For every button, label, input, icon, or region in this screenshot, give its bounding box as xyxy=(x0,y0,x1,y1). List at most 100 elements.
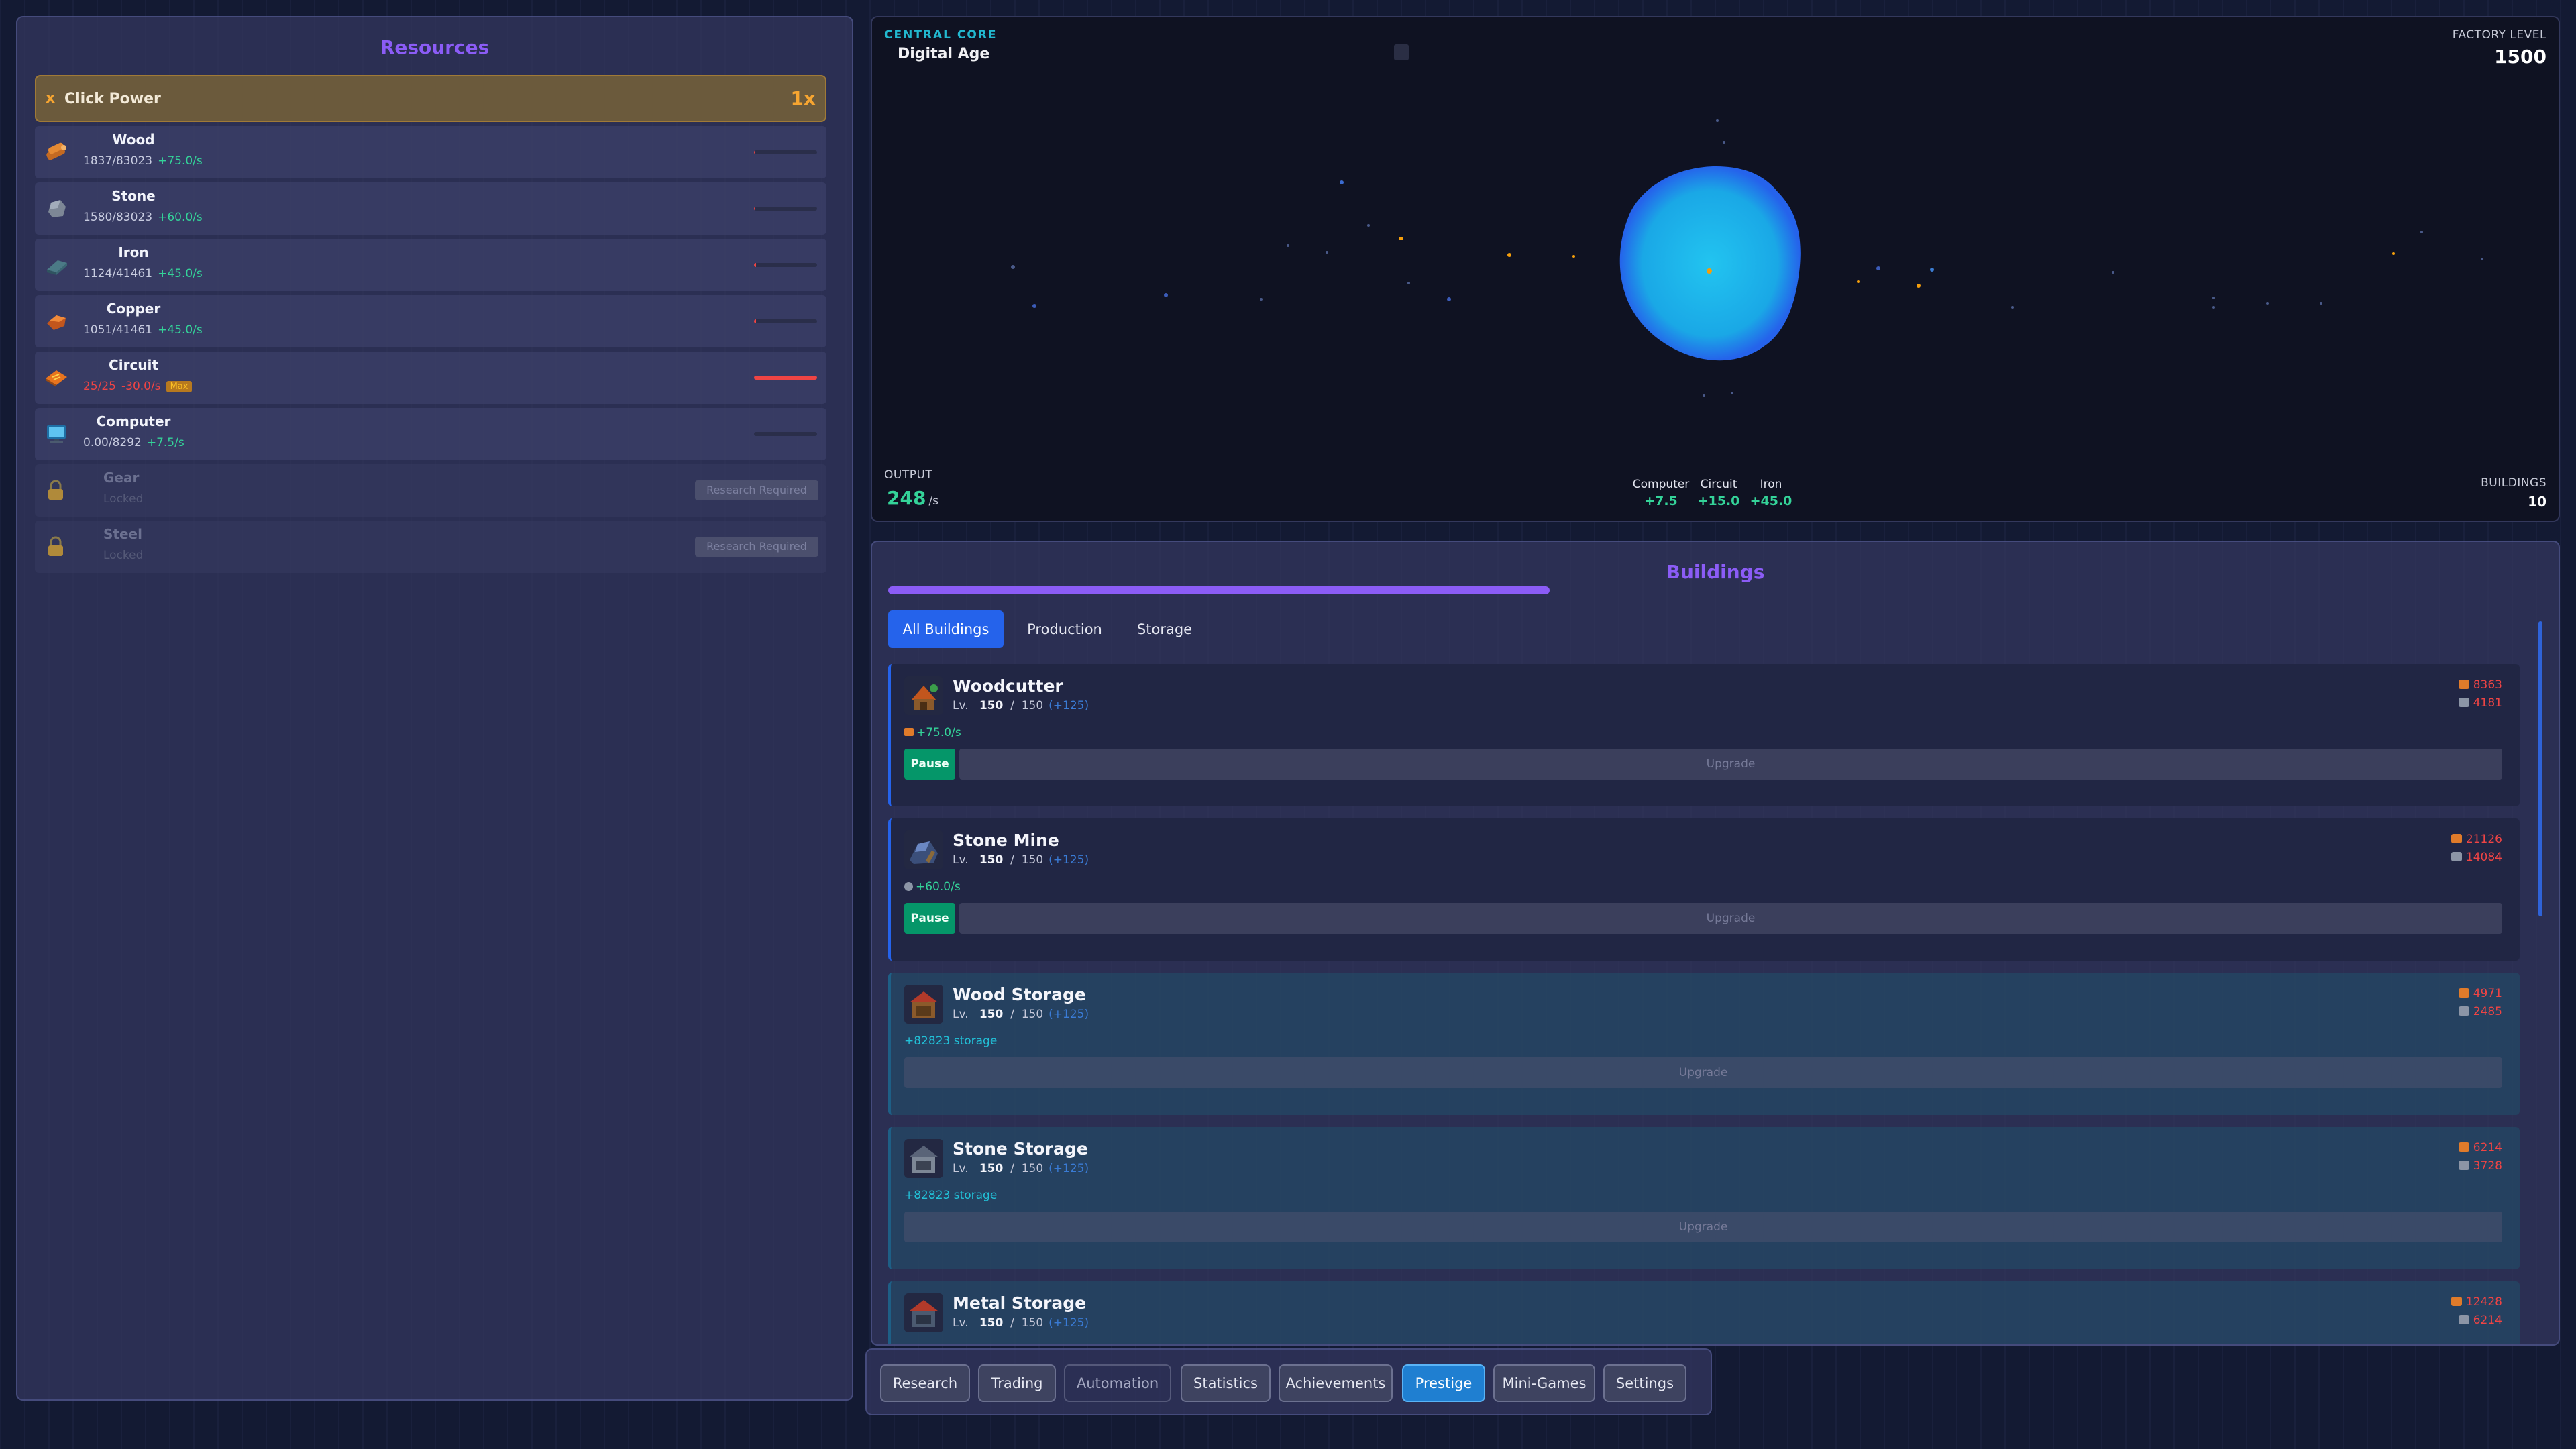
building-level: Lv. 150 / 150 (+125) xyxy=(953,1008,1089,1021)
upgrade-button[interactable]: Upgrade xyxy=(959,903,2502,934)
core-production-item: Computer +7.5 xyxy=(1630,478,1692,508)
wood-log-icon xyxy=(2458,1142,2469,1152)
nav-statistics-button[interactable]: Statistics xyxy=(1181,1364,1271,1402)
save-disk-icon xyxy=(1394,44,1409,60)
cost-value: 6214 xyxy=(2473,1313,2502,1327)
nav-research-button[interactable]: Research xyxy=(880,1364,970,1402)
output-label: OUTPUT xyxy=(884,468,933,482)
cost-value: 3728 xyxy=(2473,1159,2502,1173)
resource-row-stone[interactable]: Stone 1580/83023 +60.0/s xyxy=(35,182,826,235)
building-costs: 12428 6214 xyxy=(2451,1293,2502,1330)
building-costs: 6214 3728 xyxy=(2458,1139,2502,1175)
nav-mini-games-button[interactable]: Mini-Games xyxy=(1493,1364,1595,1402)
nav-settings-button[interactable]: Settings xyxy=(1603,1364,1686,1402)
core-orb[interactable] xyxy=(1619,166,1801,361)
stone-icon xyxy=(48,200,66,217)
building-effect: +82823 storage xyxy=(904,1034,998,1048)
resource-rate: +7.5/s xyxy=(146,436,184,449)
level-bonus: (+125) xyxy=(1049,1316,1089,1330)
buildings-progress-bar xyxy=(888,586,1550,594)
building-effect: +60.0/s xyxy=(904,880,961,894)
pause-button[interactable]: Pause xyxy=(904,749,955,780)
core-production-value: +15.0 xyxy=(1697,494,1740,508)
level-bonus: (+125) xyxy=(1049,1008,1089,1021)
central-core-panel: CENTRAL CORE Digital Age FACTORY LEVEL 1… xyxy=(871,16,2560,522)
buildings-scrollbar[interactable] xyxy=(2538,621,2542,916)
wood-storage-icon xyxy=(904,985,943,1024)
upgrade-button[interactable]: Upgrade xyxy=(904,1057,2502,1088)
copper-ore-icon xyxy=(47,315,66,330)
cost-wood: 8363 xyxy=(2458,676,2502,694)
max-badge: Max xyxy=(166,381,193,392)
resource-status: Locked xyxy=(103,549,144,562)
building-name: Wood Storage xyxy=(953,985,1086,1004)
cost-stone: 3728 xyxy=(2458,1157,2502,1175)
resource-progress-bar xyxy=(754,207,817,211)
cost-value: 2485 xyxy=(2473,1005,2502,1018)
resource-name: Stone xyxy=(111,188,156,204)
resource-progress-bar xyxy=(754,376,817,380)
building-costs: 8363 4181 xyxy=(2458,676,2502,712)
research-required-button[interactable]: Research Required xyxy=(695,537,818,557)
resource-row-circuit[interactable]: Circuit 25/25 -30.0/s Max xyxy=(35,352,826,404)
factory-level-label: FACTORY LEVEL xyxy=(2452,28,2546,42)
stone-mine-icon xyxy=(904,830,943,869)
building-level: Lv. 150 / 150 (+125) xyxy=(953,699,1089,712)
nav-achievements-button[interactable]: Achievements xyxy=(1279,1364,1393,1402)
building-effect-value: +60.0/s xyxy=(916,880,961,894)
resource-rate: +45.0/s xyxy=(158,267,203,280)
iron-bar-icon xyxy=(47,260,67,275)
level-bonus: (+125) xyxy=(1049,853,1089,867)
building-level: Lv. 150 / 150 (+125) xyxy=(953,1162,1089,1175)
core-production-name: Computer xyxy=(1632,478,1690,491)
resources-panel: Resources x Click Power 1x Wood 1837/830… xyxy=(16,16,853,1401)
resource-row-iron[interactable]: Iron 1124/41461 +45.0/s xyxy=(35,239,826,291)
building-name: Stone Storage xyxy=(953,1139,1088,1159)
resource-name: Gear xyxy=(103,470,140,486)
resource-row-copper[interactable]: Copper 1051/41461 +45.0/s xyxy=(35,295,826,347)
resource-row-computer[interactable]: Computer 0.00/8292 +7.5/s xyxy=(35,408,826,460)
upgrade-button[interactable]: Upgrade xyxy=(959,749,2502,780)
tab-storage[interactable]: Storage xyxy=(1124,610,1205,648)
level-prefix: Lv. xyxy=(953,1008,969,1021)
cost-value: 21126 xyxy=(2465,833,2502,846)
click-power-multiplier: 1x xyxy=(790,87,816,109)
nav-prestige-button[interactable]: Prestige xyxy=(1402,1364,1485,1402)
tab-production[interactable]: Production xyxy=(1014,610,1115,648)
research-required-button[interactable]: Research Required xyxy=(695,480,818,500)
starfield xyxy=(1011,44,2483,397)
resource-progress-fill xyxy=(754,207,755,211)
resource-row-steel-locked: Steel Locked Research Required xyxy=(35,521,826,573)
stone-icon xyxy=(2458,1315,2469,1324)
resource-row-wood[interactable]: Wood 1837/83023 +75.0/s xyxy=(35,126,826,178)
resources-title: Resources xyxy=(380,36,490,58)
level-bonus: (+125) xyxy=(1049,1162,1089,1175)
pause-button[interactable]: Pause xyxy=(904,903,955,934)
cost-wood: 21126 xyxy=(2451,830,2502,849)
tab-all-buildings[interactable]: All Buildings xyxy=(888,610,1004,648)
factory-level-value: 1500 xyxy=(2494,46,2546,68)
computer-icon xyxy=(47,425,66,443)
building-effect-value: +75.0/s xyxy=(916,726,961,739)
level-max: 150 xyxy=(1021,1162,1044,1175)
wood-log-icon xyxy=(46,142,66,160)
upgrade-button[interactable]: Upgrade xyxy=(904,1212,2502,1242)
click-power-x-icon: x xyxy=(46,90,56,107)
resource-name: Circuit xyxy=(109,357,158,373)
resource-amount: 25/25 xyxy=(83,380,116,393)
click-power-button[interactable]: x Click Power 1x xyxy=(35,75,826,122)
nav-automation-button[interactable]: Automation xyxy=(1064,1364,1171,1402)
cost-value: 4181 xyxy=(2473,696,2502,710)
level-prefix: Lv. xyxy=(953,1316,969,1330)
nav-trading-button[interactable]: Trading xyxy=(978,1364,1056,1402)
cost-value: 14084 xyxy=(2465,851,2502,864)
core-production-value: +45.0 xyxy=(1750,494,1792,508)
cost-wood: 12428 xyxy=(2451,1293,2502,1311)
level-max: 150 xyxy=(1021,699,1044,712)
building-costs: 21126 14084 xyxy=(2451,830,2502,867)
wood-log-icon xyxy=(2458,988,2469,998)
stone-icon xyxy=(2458,1006,2469,1016)
resource-amount: 1124/41461 xyxy=(83,267,153,280)
resource-rate: +45.0/s xyxy=(158,323,203,337)
resource-progress-bar xyxy=(754,319,817,323)
